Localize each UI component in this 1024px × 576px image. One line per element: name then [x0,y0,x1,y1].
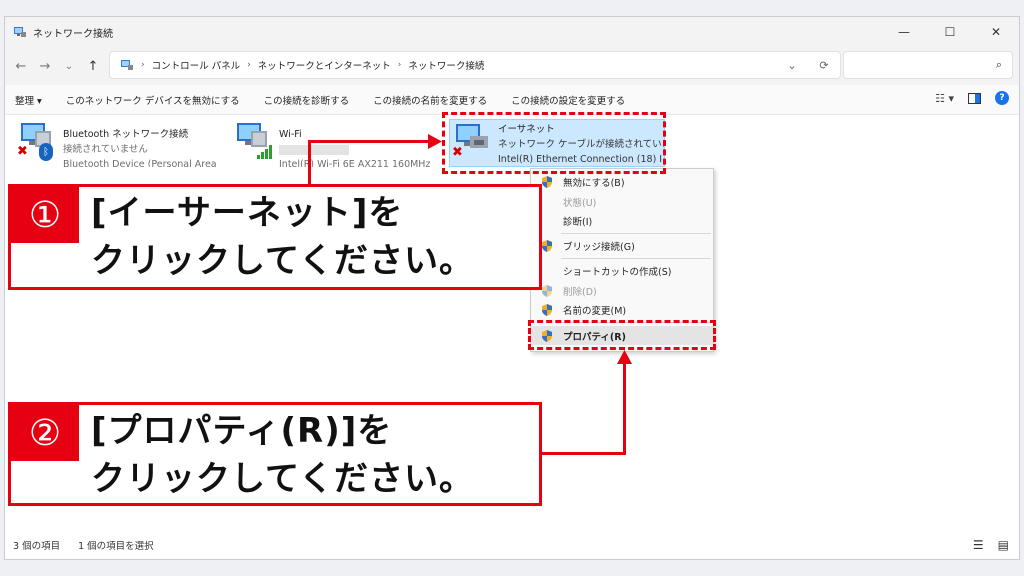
arrow-icon [428,134,442,149]
menu-separator [561,258,711,259]
instruction-text: [プロパティ(R)]を クリックしてください。 [91,411,474,499]
control-panel-icon [121,60,133,70]
breadcrumb-separator: › [397,60,402,70]
refresh-icon[interactable]: ⟳ [808,59,840,72]
change-settings-button[interactable]: この接続の設定を変更する [511,93,625,107]
recent-locations-icon[interactable]: ⌄ [59,61,79,72]
search-icon: ⌕ [995,58,1002,71]
preview-pane-icon[interactable] [968,92,981,104]
menu-separator [561,233,711,234]
breadcrumb-control-panel[interactable]: コントロール パネル [152,58,241,72]
details-view-icon[interactable]: ☰ [973,538,984,552]
arrow-icon [617,350,632,364]
breadcrumb-network-connections[interactable]: ネットワーク接続 [408,58,484,72]
bluetooth-icon: ᛒ [39,143,53,161]
view-options-icon[interactable]: ☷ ▾ [935,92,954,105]
close-button[interactable]: ✕ [973,17,1019,47]
status-bar: 3 個の項目 1 個の項目を選択 ☰ ▤ [5,531,1019,559]
minimize-button[interactable]: — [881,17,927,47]
uac-shield-icon [542,175,552,188]
menu-item-rename[interactable]: 名前の変更(M) [531,300,713,319]
uac-shield-icon [542,284,552,297]
connector-line [308,140,311,184]
address-row: ← → ⌄ ↑ › コントロール パネル › ネットワークとインターネット › … [5,47,1019,85]
menu-item-diagnose[interactable]: 診断(I) [531,211,713,230]
uac-shield-icon [542,239,552,252]
connection-status [279,142,430,157]
disable-device-button[interactable]: このネットワーク デバイスを無効にする [66,93,240,107]
organize-menu[interactable]: 整理 ▾ [15,93,42,107]
tiles-view-icon[interactable]: ▤ [998,538,1009,552]
highlight-ethernet [442,112,666,174]
network-adapter-icon: ✖ ᛒ [15,119,59,163]
list-item-bluetooth[interactable]: ✖ ᛒ Bluetooth ネットワーク接続 接続されていません Bluetoo… [15,119,220,167]
network-folder-icon [14,27,26,37]
step-number: ① [11,187,79,243]
maximize-button[interactable]: ☐ [927,17,973,47]
up-icon[interactable]: ↑ [83,59,103,74]
menu-item-status[interactable]: 状態(U) [531,192,713,211]
menu-item-delete[interactable]: 削除(D) [531,281,713,300]
connection-device: Bluetooth Device (Personal Area ... [63,159,220,167]
title-bar: ネットワーク接続 — ☐ ✕ [5,17,1019,47]
command-bar: 整理 ▾ このネットワーク デバイスを無効にする この接続を診断する この接続の… [5,85,1019,115]
search-input[interactable]: ⌕ [843,51,1013,79]
connection-name: Bluetooth ネットワーク接続 [63,129,189,140]
instruction-text: [イーサーネット]を クリックしてください。 [91,193,474,281]
address-bar[interactable]: › コントロール パネル › ネットワークとインターネット › ネットワーク接続… [109,51,841,79]
menu-item-create-shortcut[interactable]: ショートカットの作成(S) [531,261,713,280]
menu-item-disable[interactable]: 無効にする(B) [531,172,713,191]
selection-count: 1 個の項目を選択 [78,541,154,552]
connection-device: Intel(R) Wi-Fi 6E AX211 160MHz [279,159,431,167]
instruction-callout-2: ② [プロパティ(R)]を クリックしてください。 [8,402,542,506]
address-dropdown-icon[interactable]: ⌄ [776,59,808,72]
connector-line [540,452,626,455]
list-item-wifi[interactable]: Wi-Fi Intel(R) Wi-Fi 6E AX211 160MHz [231,119,441,167]
breadcrumb-separator: › [247,60,251,70]
disconnected-icon: ✖ [17,144,28,159]
rename-button[interactable]: この接続の名前を変更する [373,93,487,107]
connection-status: 接続されていません [63,144,148,155]
instruction-callout-1: ① [イーサーネット]を クリックしてください。 [8,184,542,290]
back-icon[interactable]: ← [11,59,31,74]
connector-line [623,362,626,455]
wifi-adapter-icon [231,119,275,163]
breadcrumb-separator: › [141,60,145,70]
breadcrumb-network-internet[interactable]: ネットワークとインターネット [258,58,391,72]
highlight-properties [528,320,716,350]
connector-line [308,140,434,143]
diagnose-button[interactable]: この接続を診断する [264,93,350,107]
help-icon[interactable]: ? [995,91,1009,105]
uac-shield-icon [542,303,552,316]
menu-item-bridge[interactable]: ブリッジ接続(G) [531,236,713,255]
step-number: ② [11,405,79,461]
forward-icon[interactable]: → [35,59,55,74]
item-count: 3 個の項目 [13,541,61,552]
signal-strength-icon [257,145,272,159]
window-title: ネットワーク接続 [33,28,113,40]
